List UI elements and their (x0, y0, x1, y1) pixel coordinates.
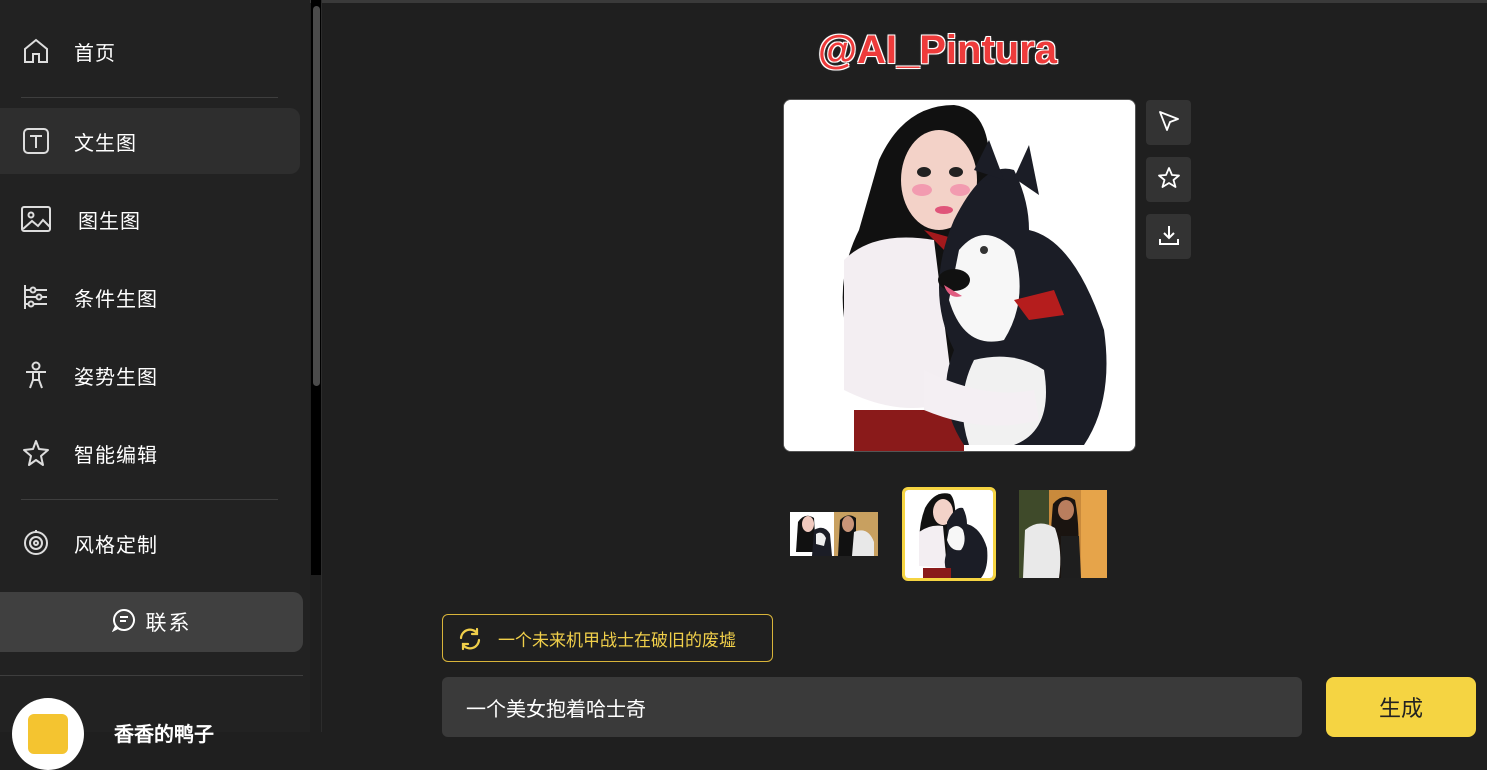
download-button[interactable] (1146, 214, 1191, 259)
sidebar-divider (21, 97, 278, 98)
sidebar-item-label: 智能编辑 (74, 442, 158, 467)
generated-image-preview (783, 99, 1136, 452)
star-icon (1157, 166, 1181, 194)
sidebar: 首页 文生图 图生图 条件生图 姿势生图 智能编辑 风格定制 联系 香香的鸭子 (0, 0, 310, 770)
thumbnail-1[interactable] (790, 512, 878, 556)
sidebar-item-text-to-image[interactable]: 文生图 (0, 108, 300, 174)
contact-label: 联系 (145, 611, 192, 635)
cursor-arrow-icon (1157, 109, 1181, 137)
sidebar-divider (21, 499, 278, 500)
sidebar-scrollbar-thumb[interactable] (313, 6, 320, 386)
prompt-input[interactable] (442, 677, 1302, 737)
sidebar-item-label: 首页 (74, 40, 116, 65)
sidebar-item-conditional[interactable]: 条件生图 (0, 264, 300, 330)
image-icon (20, 203, 52, 235)
text-box-icon (20, 125, 52, 157)
target-icon (20, 527, 52, 559)
avatar[interactable] (12, 698, 84, 770)
sidebar-item-label: 文生图 (74, 130, 137, 155)
refresh-icon (457, 626, 483, 656)
sidebar-item-smart-edit[interactable]: 智能编辑 (0, 420, 300, 486)
sidebar-item-pose[interactable]: 姿势生图 (0, 342, 300, 408)
favorite-button[interactable] (1146, 157, 1191, 202)
sidebar-item-label: 姿势生图 (74, 364, 158, 389)
suggestion-text: 一个未来机甲战士在破旧的废墟 (498, 630, 736, 651)
sliders-icon (20, 281, 52, 313)
sidebar-item-image-to-image[interactable]: 图生图 (0, 186, 300, 252)
download-icon (1157, 223, 1181, 251)
sidebar-item-label: 风格定制 (74, 532, 158, 557)
sidebar-item-home[interactable]: 首页 (0, 18, 300, 84)
sidebar-border (321, 0, 322, 732)
prompt-suggestion[interactable]: 一个未来机甲战士在破旧的废墟 (442, 614, 773, 662)
thumbnail-2[interactable] (902, 487, 996, 581)
person-icon (20, 359, 52, 391)
avatar-image (28, 714, 68, 754)
thumbnail-3[interactable] (1019, 490, 1107, 578)
sparkle-icon (20, 437, 52, 469)
sidebar-divider (0, 675, 303, 676)
home-icon (20, 35, 52, 67)
select-button[interactable] (1146, 100, 1191, 145)
chat-icon (111, 608, 136, 636)
brand-watermark: @AI_Pintura (818, 28, 1058, 72)
user-name: 香香的鸭子 (114, 722, 214, 746)
contact-button[interactable]: 联系 (0, 592, 303, 652)
sidebar-item-label: 图生图 (78, 208, 141, 233)
generate-button[interactable]: 生成 (1326, 677, 1476, 737)
sidebar-item-label: 条件生图 (74, 286, 158, 311)
sidebar-item-style[interactable]: 风格定制 (0, 510, 300, 576)
